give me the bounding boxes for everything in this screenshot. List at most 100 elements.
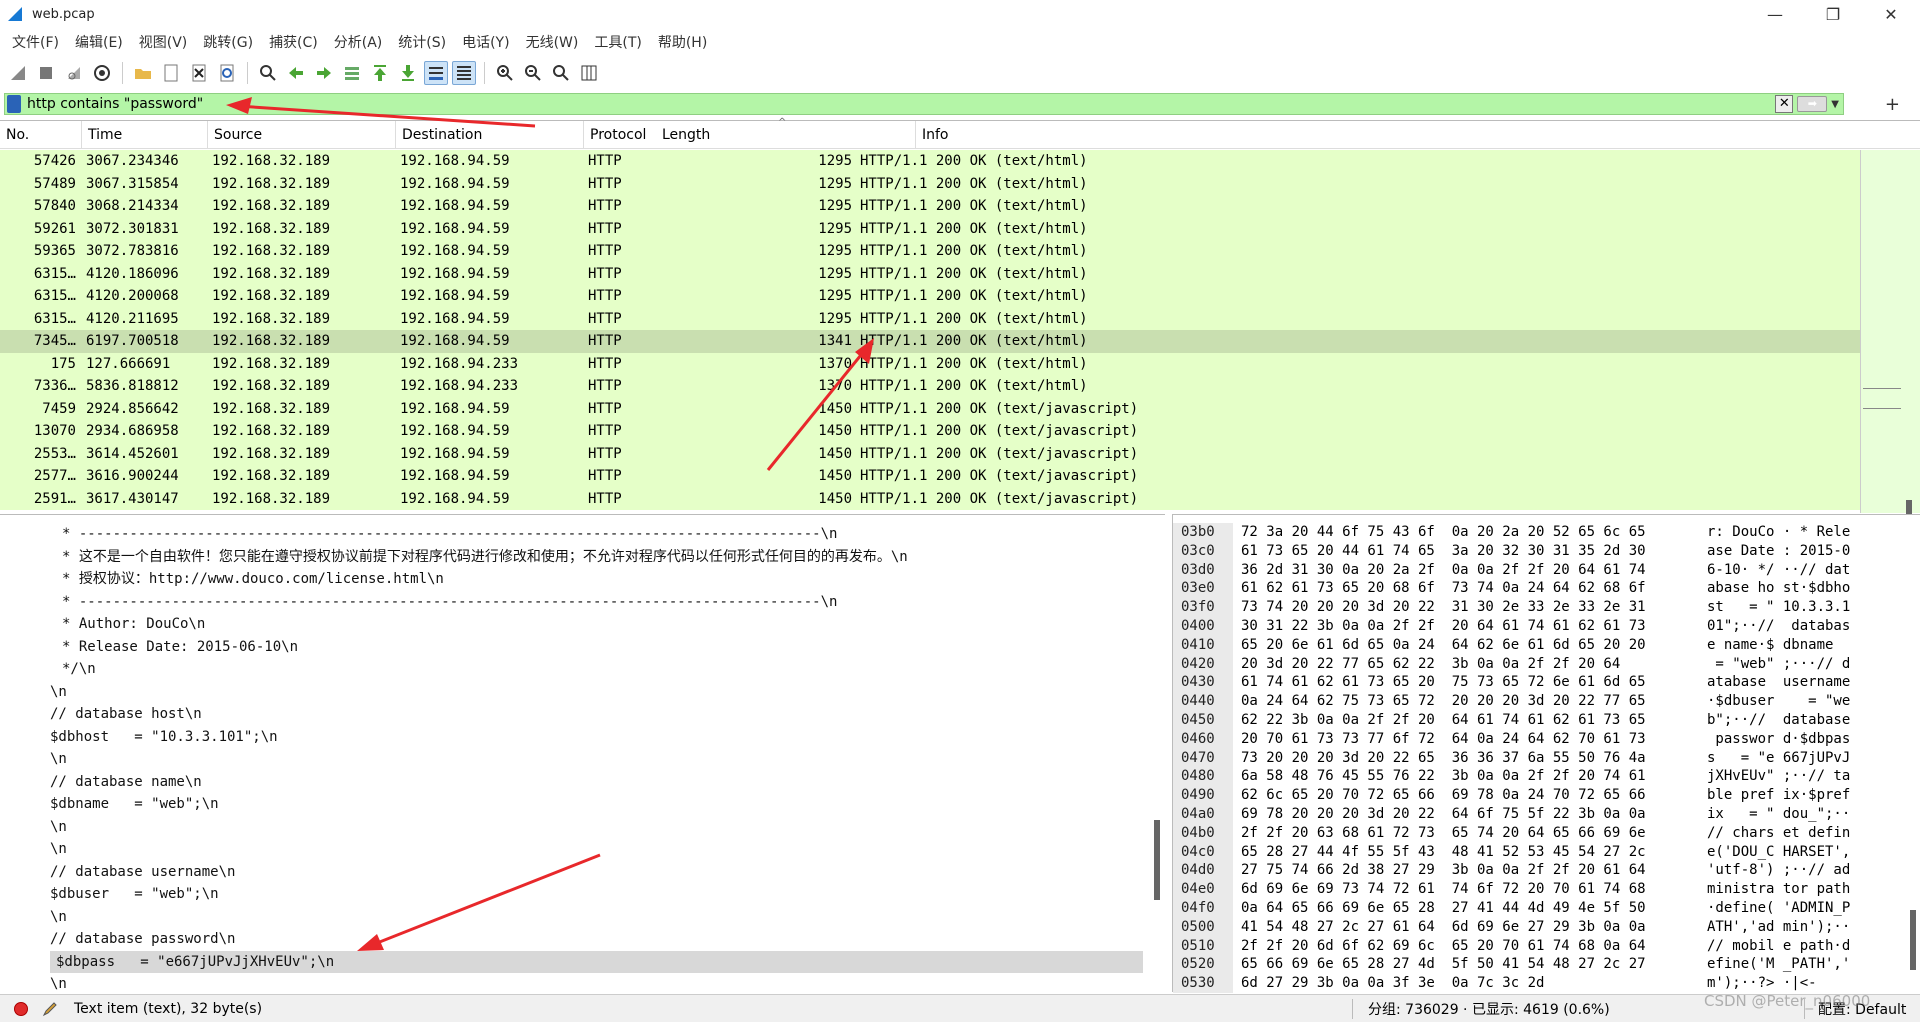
hex-row[interactable]: 0470 73 20 20 20 3d 20 22 65 36 36 37 6a …	[1173, 748, 1920, 768]
restart-capture-button[interactable]	[62, 61, 86, 85]
hex-row[interactable]: 0450 62 22 3b 0a 0a 2f 2f 20 64 61 74 61 …	[1173, 710, 1920, 730]
hex-row[interactable]: 04a0 69 78 20 20 20 3d 20 22 64 6f 75 5f …	[1173, 804, 1920, 824]
menu-analyze[interactable]: 分析(A)	[326, 32, 391, 52]
column-header-time[interactable]: Time	[82, 121, 208, 149]
zoom-in-button[interactable]	[493, 61, 517, 85]
find-packet-button[interactable]	[256, 61, 280, 85]
text-line[interactable]: * 这不是一个自由软件！您只能在遵守授权协议前提下对程序代码进行修改和使用；不允…	[0, 546, 1165, 569]
hex-row[interactable]: 03c0 61 73 65 20 44 61 74 65 3a 20 32 30 …	[1173, 541, 1920, 561]
add-filter-button-icon[interactable]: +	[1885, 94, 1900, 115]
hex-row[interactable]: 04f0 0a 64 65 66 69 6e 65 28 27 41 44 4d …	[1173, 898, 1920, 918]
text-line[interactable]: \n	[0, 906, 1165, 929]
text-pane-scroll-thumb[interactable]	[1154, 820, 1160, 900]
menu-go[interactable]: 跳转(G)	[195, 32, 261, 52]
resize-columns-button[interactable]	[577, 61, 601, 85]
packet-row[interactable]: 175 127.666691 192.168.32.189 192.168.94.23…	[0, 352, 1860, 375]
reload-file-button[interactable]	[215, 61, 239, 85]
packet-row[interactable]: 13070 2934.686958 192.168.32.189 192.168.94…	[0, 420, 1860, 443]
text-line[interactable]: */\n	[0, 658, 1165, 681]
column-header-info[interactable]: Info	[916, 121, 1920, 149]
packet-row[interactable]: 6315… 4120.211695 192.168.32.189 192.168.94…	[0, 307, 1860, 330]
menu-file[interactable]: 文件(F)	[4, 32, 67, 52]
packet-row[interactable]: 57489 3067.315854 192.168.32.189 192.168.94…	[0, 172, 1860, 195]
hex-row[interactable]: 0410 65 20 6e 61 6d 65 0a 24 64 62 6e 61 …	[1173, 635, 1920, 655]
go-first-button[interactable]	[368, 61, 392, 85]
text-pane-scrollbar[interactable]	[1150, 515, 1164, 993]
menu-tools[interactable]: 工具(T)	[586, 32, 649, 52]
packet-row[interactable]: 7336… 5836.818812 192.168.32.189 192.168.94…	[0, 375, 1860, 398]
hex-row[interactable]: 0460 20 70 61 73 73 77 6f 72 64 0a 24 64 …	[1173, 729, 1920, 749]
hex-row[interactable]: 03e0 61 62 61 73 65 20 68 6f 73 74 0a 24 …	[1173, 579, 1920, 599]
hex-row[interactable]: 0440 0a 24 64 62 75 73 65 72 20 20 20 3d …	[1173, 692, 1920, 711]
packet-row[interactable]: 59365 3072.783816 192.168.32.189 192.168.94…	[0, 240, 1860, 263]
hex-row[interactable]: 04c0 65 28 27 44 4f 55 5f 43 48 41 52 53 …	[1173, 842, 1920, 862]
text-line[interactable]: $dbname = "web";\n	[0, 793, 1165, 816]
text-line[interactable]: * Release Date: 2015-06-10\n	[0, 636, 1165, 659]
menu-help[interactable]: 帮助(H)	[650, 32, 715, 52]
go-back-button[interactable]	[284, 61, 308, 85]
expert-info-icon[interactable]	[14, 1001, 28, 1016]
text-line[interactable]: $dbuser = "web";\n	[0, 883, 1165, 906]
text-line[interactable]: // database password\n	[0, 928, 1165, 951]
hex-row[interactable]: 0420 20 3d 20 22 77 65 62 22 3b 0a 0a 2f …	[1173, 654, 1920, 674]
hex-pane-scroll-thumb[interactable]	[1910, 910, 1916, 970]
packet-row[interactable]: 6315… 4120.200068 192.168.32.189 192.168.94…	[0, 285, 1860, 308]
hex-row[interactable]: 03b0 72 3a 20 44 6f 75 43 6f 0a 20 2a 20 …	[1173, 523, 1920, 542]
packet-row[interactable]: 2577… 3616.900244 192.168.32.189 192.168.94…	[0, 465, 1860, 488]
menu-capture[interactable]: 捕获(C)	[261, 32, 326, 52]
hex-row[interactable]: 0530 6d 27 29 3b 0a 0a 3f 3e 0a 7c 3c 2d m…	[1173, 974, 1920, 993]
text-line[interactable]: \n	[0, 681, 1165, 704]
packet-row[interactable]: 2553… 3614.452601 192.168.32.189 192.168.94…	[0, 442, 1860, 465]
hex-row[interactable]: 0430 61 74 61 62 61 73 65 20 75 73 65 72 …	[1173, 673, 1920, 693]
open-file-button[interactable]	[131, 61, 155, 85]
packet-list-scrollbar[interactable]	[1860, 150, 1920, 522]
close-file-button[interactable]	[187, 61, 211, 85]
text-line[interactable]: \n	[0, 973, 1165, 996]
bookmark-icon[interactable]	[7, 95, 21, 113]
go-to-packet-button[interactable]	[340, 61, 364, 85]
hex-row[interactable]: 0400 30 31 22 3b 0a 0a 2f 2f 20 64 61 74 …	[1173, 616, 1920, 636]
packet-row[interactable]: 6315… 4120.186096 192.168.32.189 192.168.94…	[0, 262, 1860, 285]
column-header-source[interactable]: Source	[208, 121, 396, 149]
packet-row[interactable]: 57840 3068.214334 192.168.32.189 192.168.94…	[0, 195, 1860, 218]
text-line[interactable]: \n	[0, 748, 1165, 771]
menu-edit[interactable]: 编辑(E)	[67, 32, 131, 52]
hex-row[interactable]: 0520 65 66 69 6e 65 28 27 4d 5f 50 41 54 …	[1173, 955, 1920, 975]
text-line[interactable]: \n	[0, 838, 1165, 861]
text-line[interactable]: * 授权协议：http://www.douco.com/license.html…	[0, 568, 1165, 591]
column-header-destination[interactable]: Destination	[396, 121, 584, 149]
zoom-reset-button[interactable]	[549, 61, 573, 85]
packet-row-selected[interactable]: 7345… 6197.700518 192.168.32.189 192.168.94…	[0, 330, 1860, 353]
text-line[interactable]: // database host\n	[0, 703, 1165, 726]
stop-capture-button[interactable]	[34, 61, 58, 85]
column-header-no[interactable]: No.	[0, 121, 82, 149]
hex-row[interactable]: 04e0 6d 69 6e 69 73 74 72 61 74 6f 72 20 …	[1173, 880, 1920, 899]
hex-row[interactable]: 0500 41 54 48 27 2c 27 61 64 6d 69 6e 27 …	[1173, 917, 1920, 937]
autoscroll-button[interactable]	[424, 61, 448, 85]
close-button[interactable]: ✕	[1862, 0, 1920, 28]
text-line[interactable]: // database name\n	[0, 771, 1165, 794]
display-filter-input[interactable]	[27, 96, 1727, 112]
maximize-button[interactable]: ❐	[1804, 0, 1862, 28]
colorize-button[interactable]	[452, 61, 476, 85]
edit-comment-icon[interactable]	[42, 1001, 58, 1017]
hex-row[interactable]: 04d0 27 75 74 66 2d 38 27 29 3b 0a 0a 2f …	[1173, 861, 1920, 881]
hex-row[interactable]: 0480 6a 58 48 76 45 55 76 22 3b 0a 0a 2f …	[1173, 767, 1920, 787]
clear-filter-icon[interactable]: ✕	[1775, 95, 1794, 113]
start-capture-button[interactable]	[6, 61, 30, 85]
text-line[interactable]: * --------------------------------------…	[0, 523, 1165, 546]
packet-row[interactable]: 57426 3067.234346 192.168.32.189 192.168.94…	[0, 150, 1860, 173]
hex-row[interactable]: 03d0 36 2d 31 30 0a 20 2a 2f 0a 0a 2f 2f …	[1173, 560, 1920, 580]
menu-telephony[interactable]: 电话(Y)	[454, 32, 517, 52]
text-line-highlighted[interactable]: $dbpass = "e667jUPvJjXHvEUv";\n	[50, 950, 1143, 973]
text-line[interactable]: // database username\n	[0, 861, 1165, 884]
menu-view[interactable]: 视图(V)	[131, 32, 196, 52]
text-line[interactable]: $dbhost = "10.3.3.101";\n	[0, 726, 1165, 749]
hex-pane-scrollbar[interactable]	[1906, 515, 1920, 993]
packet-row[interactable]: 2591… 3617.430147 192.168.32.189 192.168.94…	[0, 487, 1860, 510]
minimize-button[interactable]: —	[1746, 0, 1804, 28]
capture-options-button[interactable]	[90, 61, 114, 85]
menu-wireless[interactable]: 无线(W)	[518, 32, 587, 52]
text-line[interactable]: \n	[0, 816, 1165, 839]
zoom-out-button[interactable]	[521, 61, 545, 85]
